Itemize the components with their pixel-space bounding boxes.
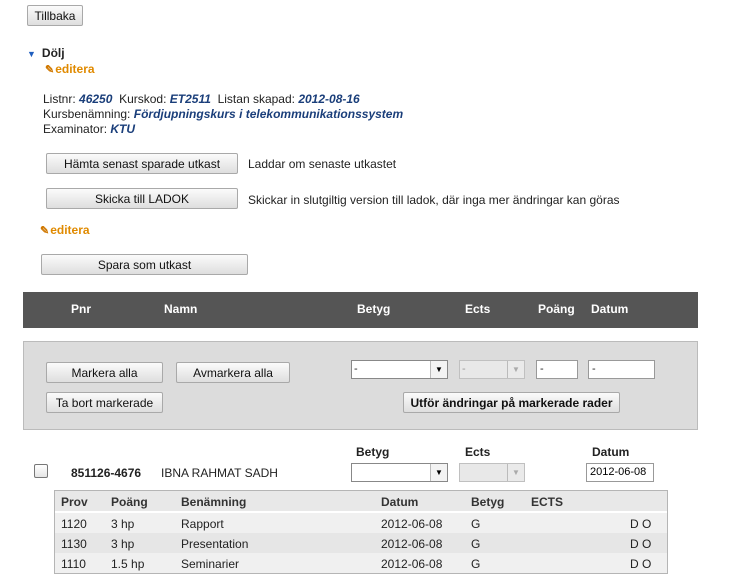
module-col-datum: Datum xyxy=(381,495,419,509)
deselect-all-button[interactable]: Avmarkera alla xyxy=(176,362,290,383)
dropdown-arrow-icon: ▼ xyxy=(507,361,524,378)
kursbenamning-value: Fördjupningskurs i telekommunikationssys… xyxy=(133,107,404,121)
module-datum: 2012-06-08 xyxy=(381,557,443,571)
col-datum: Datum xyxy=(591,302,629,316)
module-poang: 1.5 hp xyxy=(111,557,145,571)
listnr-label: Listnr: xyxy=(43,92,76,106)
back-button[interactable]: Tillbaka xyxy=(27,5,83,26)
module-prov: 1110 xyxy=(61,557,86,571)
dropdown-arrow-icon: ▼ xyxy=(430,464,447,481)
col-betyg: Betyg xyxy=(357,302,391,316)
remove-selected-button[interactable]: Ta bort markerade xyxy=(46,392,163,413)
pencil-icon: ✎ xyxy=(40,225,50,237)
col-ects: Ects xyxy=(465,302,491,316)
edit-grades-link[interactable]: ✎editera xyxy=(40,223,90,237)
send-ladok-button[interactable]: Skicka till LADOK xyxy=(46,188,238,209)
module-col-prov: Prov xyxy=(61,495,88,509)
bulk-grade-select[interactable]: - ▼ xyxy=(351,360,448,379)
module-prov: 1130 xyxy=(61,537,87,551)
module-row: 1110 1.5 hp Seminarier 2012-06-08 G D O xyxy=(55,553,667,573)
save-draft-button[interactable]: Spara som utkast xyxy=(41,254,248,275)
edit-link-label: editera xyxy=(55,62,95,76)
module-prov: 1120 xyxy=(61,517,87,531)
student-ects-select: ▼ xyxy=(459,463,525,482)
apply-changes-button[interactable]: Utför ändringar på markerade rader xyxy=(403,392,620,413)
fetch-draft-description: Laddar om senaste utkastet xyxy=(248,157,397,171)
module-betyg: G xyxy=(471,537,481,551)
toggle-section[interactable]: ▼ Dölj xyxy=(27,46,65,60)
col-namn: Namn xyxy=(164,302,198,316)
examinator-value: KTU xyxy=(110,122,136,136)
list-info: Listnr: 46250 Kurskod: ET2511 Listan ska… xyxy=(43,92,403,137)
col-pnr: Pnr xyxy=(71,302,92,316)
student-pnr: 851126-4676 xyxy=(71,466,142,480)
student-betyg-label: Betyg xyxy=(356,445,390,459)
student-name: IBNA RAHMAT SADH xyxy=(161,466,278,480)
module-benamning: Rapport xyxy=(181,517,224,531)
student-datum-label: Datum xyxy=(592,445,630,459)
toggle-label: Dölj xyxy=(41,46,65,60)
module-datum: 2012-06-08 xyxy=(381,517,443,531)
module-col-benamning: Benämning xyxy=(181,495,247,509)
student-select-checkbox[interactable] xyxy=(34,464,48,478)
skapad-value: 2012-08-16 xyxy=(298,92,360,106)
module-table-header: Prov Poäng Benämning Datum Betyg ECTS xyxy=(55,491,667,511)
kurskod-value: ET2511 xyxy=(169,92,211,106)
skapad-label: Listan skapad: xyxy=(217,92,295,106)
module-poang: 3 hp xyxy=(111,537,135,551)
module-flags: D O xyxy=(630,517,652,531)
bulk-date-input[interactable]: - xyxy=(588,360,655,379)
dropdown-arrow-icon: ▼ xyxy=(507,464,524,481)
bulk-points-input[interactable]: - xyxy=(536,360,578,379)
module-benamning: Presentation xyxy=(181,537,249,551)
module-col-betyg: Betyg xyxy=(471,495,505,509)
module-datum: 2012-06-08 xyxy=(381,537,443,551)
triangle-down-icon: ▼ xyxy=(27,49,36,59)
module-results-table: Prov Poäng Benämning Datum Betyg ECTS 11… xyxy=(54,490,668,574)
dropdown-arrow-icon: ▼ xyxy=(430,361,447,378)
listnr-value: 46250 xyxy=(79,92,113,106)
module-row: 1130 3 hp Presentation 2012-06-08 G D O xyxy=(55,533,667,553)
bulk-ects-value: - xyxy=(462,363,466,375)
kursbenamning-label: Kursbenämning: xyxy=(43,107,131,121)
module-betyg: G xyxy=(471,517,481,531)
module-poang: 3 hp xyxy=(111,517,135,531)
module-col-poang: Poäng xyxy=(111,495,148,509)
student-ects-label: Ects xyxy=(465,445,491,459)
select-all-button[interactable]: Markera alla xyxy=(46,362,163,383)
module-benamning: Seminarier xyxy=(181,557,240,571)
module-flags: D O xyxy=(630,557,652,571)
bulk-edit-panel xyxy=(23,341,698,430)
module-row: 1120 3 hp Rapport 2012-06-08 G D O xyxy=(55,513,667,533)
edit-info-link[interactable]: ✎editera xyxy=(45,62,95,76)
student-grade-select[interactable]: ▼ xyxy=(351,463,448,482)
module-col-ects: ECTS xyxy=(531,495,564,509)
pencil-icon: ✎ xyxy=(45,64,55,76)
bulk-grade-value: - xyxy=(354,363,358,375)
kurskod-label: Kurskod: xyxy=(119,92,167,106)
examinator-label: Examinator: xyxy=(43,122,108,136)
student-date-input[interactable]: 2012-06-08 xyxy=(586,463,654,482)
module-betyg: G xyxy=(471,557,481,571)
fetch-draft-button[interactable]: Hämta senast sparade utkast xyxy=(46,153,238,174)
send-ladok-description: Skickar in slutgiltig version till ladok… xyxy=(248,193,620,207)
edit-link-label: editera xyxy=(50,223,90,237)
col-poang: Poäng xyxy=(538,302,575,316)
module-flags: D O xyxy=(630,537,652,551)
grades-table-header: Pnr Namn Betyg Ects Poäng Datum xyxy=(23,292,698,328)
bulk-ects-select: - ▼ xyxy=(459,360,525,379)
